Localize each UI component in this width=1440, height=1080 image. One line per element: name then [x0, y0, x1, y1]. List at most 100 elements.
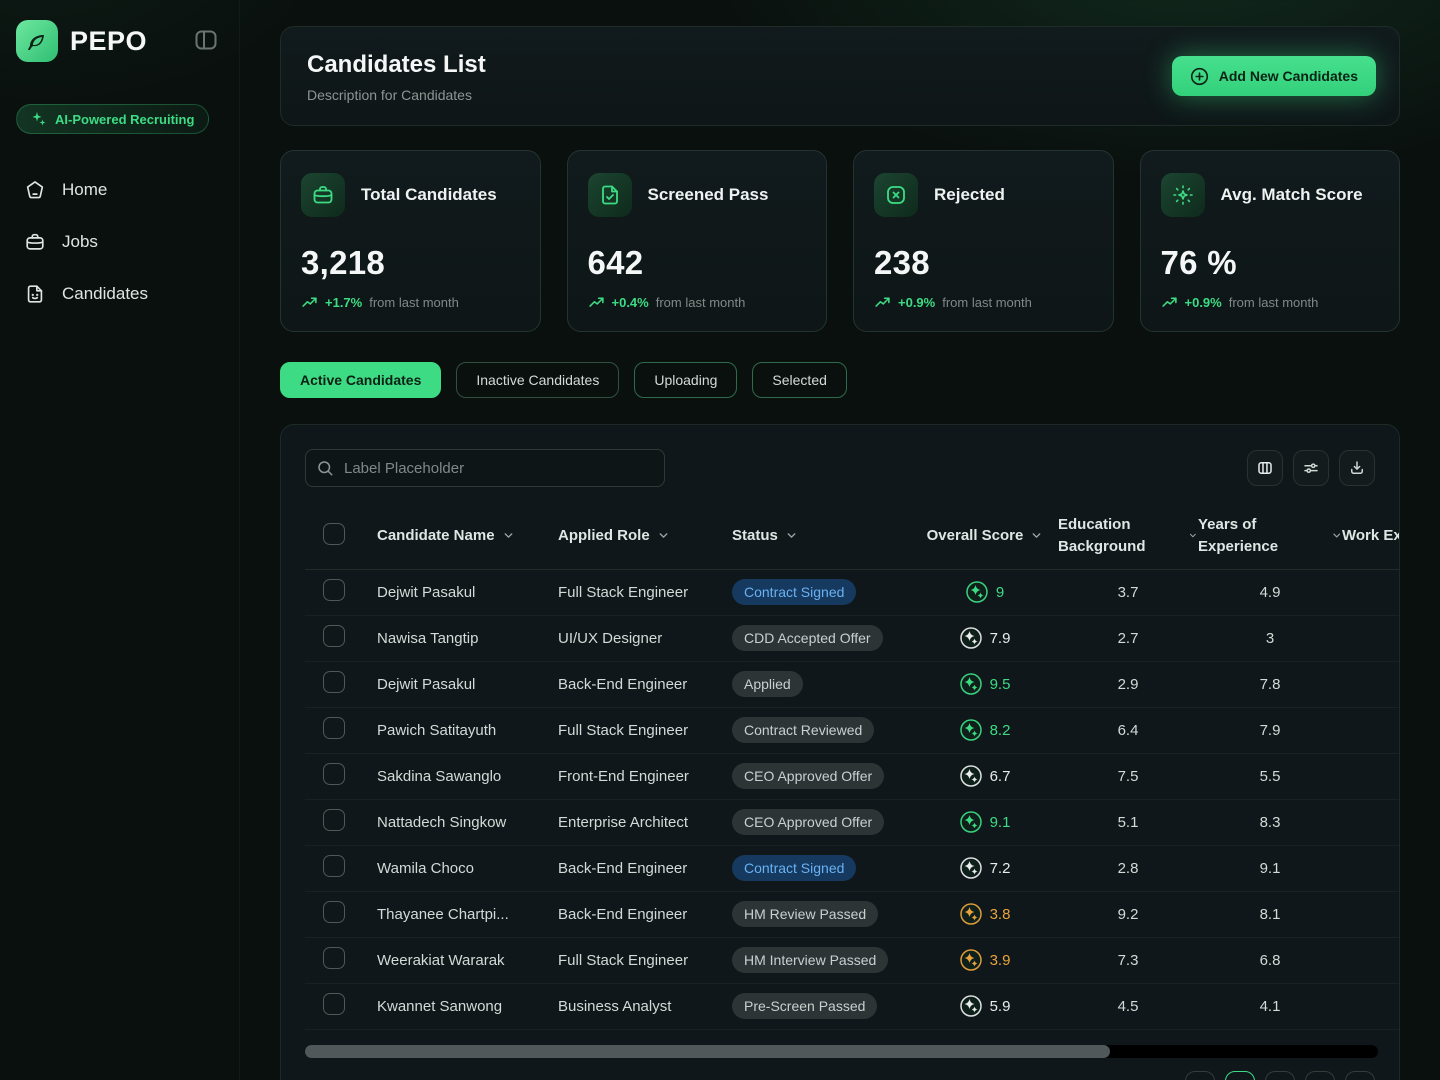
overall-score: 9.1 [912, 811, 1058, 833]
overall-score: 8.2 [912, 719, 1058, 741]
years-of-experience-value: 9.1 [1260, 860, 1281, 877]
education-background-value: 6.4 [1118, 722, 1139, 739]
row-checkbox[interactable] [323, 625, 345, 647]
sparkle-score-icon [960, 673, 982, 695]
years-of-experience-value: 5.5 [1260, 768, 1281, 785]
overall-score: 6.7 [912, 765, 1058, 787]
sparkle-glow-icon [1161, 173, 1205, 217]
stat-note: from last month [656, 295, 746, 310]
years-of-experience-value: 3 [1266, 630, 1274, 647]
pagination-button-active[interactable] [1225, 1071, 1255, 1080]
scrollbar-thumb[interactable] [305, 1045, 1110, 1058]
education-background-value: 3.7 [1118, 584, 1139, 601]
sidebar-item-candidates[interactable]: Candidates [16, 278, 223, 310]
search-icon [316, 459, 334, 477]
pagination-button[interactable] [1305, 1071, 1335, 1080]
column-header-status[interactable]: Status [732, 527, 912, 544]
overall-score: 9.5 [912, 673, 1058, 695]
pagination-button[interactable] [1265, 1071, 1295, 1080]
table-row[interactable]: Kwannet Sanwong Business Analyst Pre-Scr… [305, 983, 1400, 1029]
table-row[interactable]: Sakdina Sawanglo Front-End Engineer CEO … [305, 753, 1400, 799]
horizontal-scrollbar[interactable] [305, 1045, 1378, 1058]
chevron-down-icon [657, 529, 670, 542]
row-checkbox[interactable] [323, 763, 345, 785]
status-badge: HM Review Passed [732, 901, 878, 927]
sliders-icon [1302, 459, 1320, 477]
column-header-overall-score[interactable]: Overall Score [912, 527, 1058, 544]
table-row[interactable]: Nattadech Singkow Enterprise Architect C… [305, 799, 1400, 845]
status-badge: Applied [732, 671, 803, 697]
table-row[interactable]: Dejwit Pasakul Back-End Engineer Applied… [305, 661, 1400, 707]
status-badge: CDD Accepted Offer [732, 625, 883, 651]
table-row[interactable]: Wamila Choco Back-End Engineer Contract … [305, 845, 1400, 891]
years-of-experience-value: 8.3 [1260, 814, 1281, 831]
add-new-candidates-button[interactable]: Add New Candidates [1172, 56, 1376, 96]
status-badge: CEO Approved Offer [732, 809, 884, 835]
sidebar-item-jobs[interactable]: Jobs [16, 226, 223, 258]
row-checkbox[interactable] [323, 809, 345, 831]
filter-selected[interactable]: Selected [752, 362, 846, 398]
sidebar-item-home[interactable]: Home [16, 174, 223, 206]
status-badge: Contract Reviewed [732, 717, 874, 743]
candidates-table-card: Candidate Name Applied Role Status [280, 424, 1400, 1080]
column-header-applied-role[interactable]: Applied Role [558, 527, 732, 544]
table-row[interactable]: Pawich Satitayuth Full Stack Engineer Co… [305, 707, 1400, 753]
row-checkbox[interactable] [323, 579, 345, 601]
search-input[interactable] [305, 449, 665, 487]
stats-row: Total Candidates 3,218 +1.7% from last m… [280, 150, 1400, 332]
filter-settings-button[interactable] [1293, 450, 1329, 486]
applied-role: Full Stack Engineer [558, 952, 723, 969]
stat-card-screened-pass: Screened Pass 642 +0.4% from last month [567, 150, 828, 332]
table-row[interactable]: Thayanee Chartpi... Back-End Engineer HM… [305, 891, 1400, 937]
column-header-candidate-name[interactable]: Candidate Name [377, 527, 558, 544]
stat-delta: +0.4% [612, 295, 649, 310]
education-background-value: 2.7 [1118, 630, 1139, 647]
status-badge: Pre-Screen Passed [732, 993, 877, 1019]
applied-role: Full Stack Engineer [558, 722, 723, 739]
filter-uploading[interactable]: Uploading [634, 362, 737, 398]
stat-value: 3,218 [301, 244, 520, 282]
stat-label: Avg. Match Score [1221, 185, 1363, 205]
table-body: Dejwit Pasakul Full Stack Engineer Contr… [305, 569, 1400, 1029]
row-checkbox[interactable] [323, 717, 345, 739]
pagination-button[interactable] [1185, 1071, 1215, 1080]
row-checkbox[interactable] [323, 901, 345, 923]
sidebar-collapse-icon[interactable] [193, 27, 219, 53]
filter-inactive-candidates[interactable]: Inactive Candidates [456, 362, 619, 398]
trend-up-icon [874, 294, 891, 311]
sparkle-score-icon [960, 811, 982, 833]
table-header-row: Candidate Name Applied Role Status [305, 503, 1400, 569]
chevron-down-icon [1188, 529, 1198, 542]
applied-role: Front-End Engineer [558, 768, 723, 785]
logo-row: PEPO [16, 20, 223, 62]
education-background-value: 2.9 [1118, 676, 1139, 693]
sidebar-item-label: Candidates [62, 284, 148, 304]
table-row[interactable]: Nawisa Tangtip UI/UX Designer CDD Accept… [305, 615, 1400, 661]
status-badge: Contract Signed [732, 855, 856, 881]
table-row[interactable]: Dejwit Pasakul Full Stack Engineer Contr… [305, 569, 1400, 615]
table-row[interactable]: Weerakiat Wararak Full Stack Engineer HM… [305, 937, 1400, 983]
row-checkbox[interactable] [323, 671, 345, 693]
row-checkbox[interactable] [323, 855, 345, 877]
ai-powered-badge: AI-Powered Recruiting [16, 104, 209, 134]
pagination-button[interactable] [1345, 1071, 1375, 1080]
overall-score: 3.8 [912, 903, 1058, 925]
candidate-name: Dejwit Pasakul [377, 584, 549, 601]
pagination [1185, 1071, 1375, 1080]
sparkles-icon [31, 111, 47, 127]
row-checkbox[interactable] [323, 947, 345, 969]
column-header-education-background[interactable]: Education Background [1058, 514, 1198, 558]
select-all-checkbox[interactable] [323, 523, 345, 545]
column-header-work-experience[interactable]: Work Experience [1342, 525, 1400, 547]
column-header-years-of-experience[interactable]: Years of Experience [1198, 514, 1342, 558]
row-checkbox[interactable] [323, 993, 345, 1015]
applied-role: Enterprise Architect [558, 814, 723, 831]
sidebar-item-label: Home [62, 180, 107, 200]
chevron-down-icon [1331, 529, 1342, 542]
chevron-down-icon [785, 529, 798, 542]
sparkle-score-icon [960, 719, 982, 741]
columns-view-button[interactable] [1247, 450, 1283, 486]
filter-active-candidates[interactable]: Active Candidates [280, 362, 441, 398]
download-button[interactable] [1339, 450, 1375, 486]
candidate-name: Pawich Satitayuth [377, 722, 549, 739]
